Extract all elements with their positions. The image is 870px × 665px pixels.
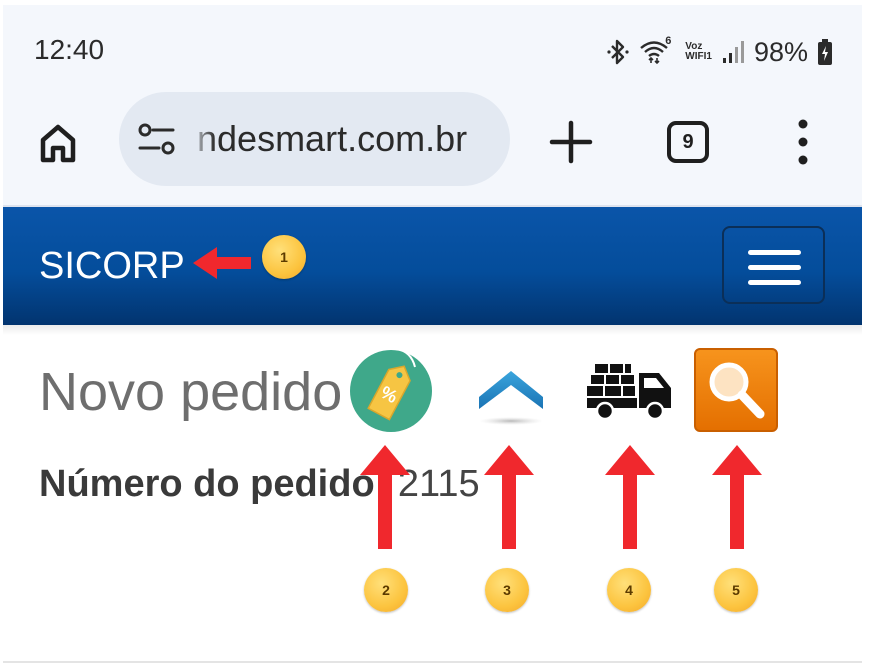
url-fade: [189, 92, 215, 186]
status-bar: 12:40 6 Voz WIFI1 98%: [3, 5, 862, 90]
bottom-divider: [3, 661, 862, 663]
navbar-toggler[interactable]: [722, 226, 825, 304]
search-icon[interactable]: [694, 348, 778, 432]
annotation-badge: 4: [607, 568, 651, 612]
navbar-shadow: [3, 325, 862, 335]
phone-screen: 12:40 6 Voz WIFI1 98% ndesmart.com.br 9 …: [3, 5, 862, 665]
url-text[interactable]: ndesmart.com.br: [197, 118, 467, 160]
status-icons: 6 Voz WIFI1 98%: [607, 35, 832, 69]
wifi-icon: 6: [639, 35, 675, 67]
tabs-icon[interactable]: 9: [667, 121, 709, 163]
order-number-value: 2115: [397, 463, 480, 505]
order-number-line: Número do pedido: 2115: [39, 463, 480, 506]
annotation-badge: 5: [714, 568, 758, 612]
plus-icon[interactable]: [547, 118, 595, 166]
annotation-badge: 1: [262, 235, 306, 279]
order-number-label: Número do pedido:: [39, 463, 388, 505]
wifi-label: 6: [665, 35, 672, 47]
more-vert-icon[interactable]: [793, 118, 813, 166]
browser-toolbar: ndesmart.com.br 9: [3, 90, 862, 207]
annotation-badge: 3: [485, 568, 529, 612]
annotation-arrow-up: [712, 445, 762, 549]
hamburger-icon: [748, 250, 801, 255]
tab-count: 9: [682, 130, 694, 153]
annotation-arrow-up: [605, 445, 655, 549]
page-title: Novo pedido: [39, 362, 343, 422]
annotation-arrow-left: [193, 247, 251, 279]
discount-tag-icon[interactable]: %: [349, 345, 433, 433]
hamburger-icon: [748, 280, 801, 285]
battery-percent: 98%: [753, 36, 808, 67]
site-settings-icon[interactable]: [137, 122, 177, 158]
status-time: 12:40: [34, 34, 105, 65]
delivery-truck-icon[interactable]: [587, 360, 673, 422]
signal-icon: [722, 41, 744, 63]
address-bar[interactable]: ndesmart.com.br: [119, 92, 510, 186]
scroll-up-icon[interactable]: [475, 363, 547, 431]
app-navbar: SICORP: [3, 207, 862, 325]
hamburger-icon: [748, 265, 801, 270]
voz-wifi-indicator: Voz WIFI1: [685, 42, 712, 62]
wifi-sub-label: WIFI1: [685, 51, 712, 62]
annotation-badge: 2: [364, 568, 408, 612]
annotation-arrow-up: [484, 445, 534, 549]
battery-charging-icon: [818, 39, 832, 65]
home-icon[interactable]: [33, 118, 83, 168]
navbar-brand[interactable]: SICORP: [39, 245, 185, 288]
bluetooth-icon: [607, 39, 629, 65]
annotation-arrow-up: [360, 445, 410, 549]
